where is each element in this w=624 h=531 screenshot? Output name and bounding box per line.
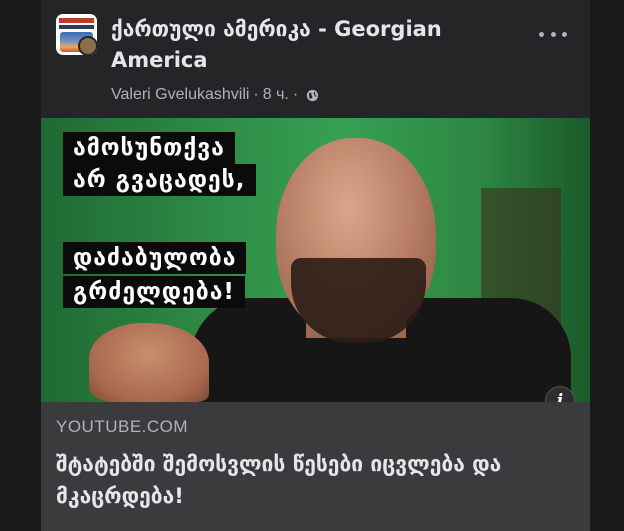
caption-line: არ გვაცადეს, — [63, 164, 256, 196]
meta-separator: · — [253, 86, 259, 103]
author-name[interactable]: Valeri Gvelukashvili — [111, 84, 249, 106]
page-name-link[interactable]: ქართული ამერიკა - Georgian America — [111, 14, 521, 76]
link-title[interactable]: შტატებში შემოსვლის წესები იცვლება და მკა… — [56, 448, 556, 512]
link-preview[interactable]: YOUTUBE.COM შტატებში შემოსვლის წესები იც… — [41, 402, 590, 531]
profile-badge-icon — [78, 36, 97, 55]
post-card: ქართული ამერიკა - Georgian America Valer… — [41, 0, 590, 531]
more-horizontal-icon[interactable] — [539, 24, 567, 44]
post-timestamp[interactable]: 8 ч. — [263, 84, 289, 106]
caption-line: გრძელდება! — [63, 276, 245, 308]
logo-wordmark-icon — [59, 18, 94, 29]
video-thumbnail[interactable]: ამოსუნთქვა არ გვაცადეს, დაძაბულობა გრძელ… — [41, 118, 590, 402]
page-avatar[interactable] — [56, 14, 97, 55]
globe-icon[interactable] — [306, 89, 319, 102]
meta-separator: · — [292, 86, 299, 103]
link-domain: YOUTUBE.COM — [56, 417, 189, 436]
post-meta: Valeri Gvelukashvili · 8 ч. · — [111, 84, 319, 106]
person-hand — [89, 323, 209, 402]
caption-line: დაძაბულობა — [63, 242, 247, 274]
caption-line: ამოსუნთქვა — [63, 132, 235, 164]
